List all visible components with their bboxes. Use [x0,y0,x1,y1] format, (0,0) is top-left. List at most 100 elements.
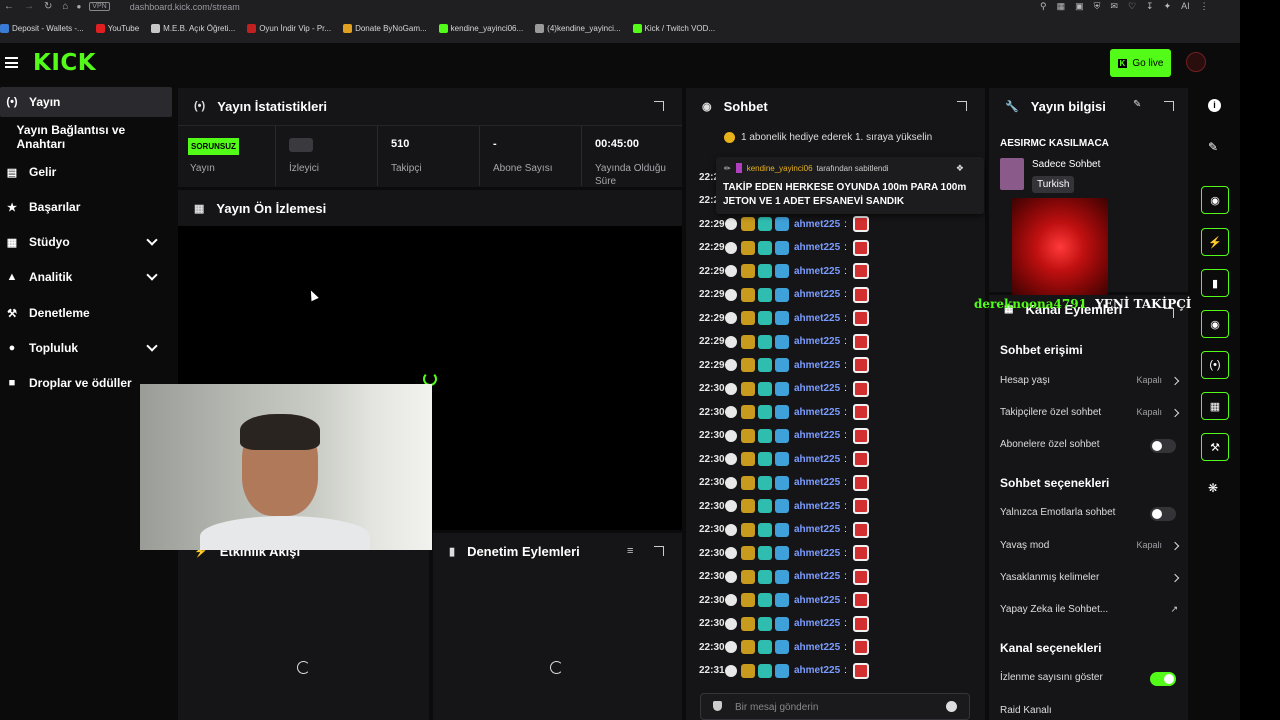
banned-words-row[interactable]: Yasaklanmış kelimeler [1000,572,1180,586]
bookmark-item[interactable]: Oyun İndir Vip - Pr... [247,23,331,33]
reload-icon[interactable]: ↻ [44,1,52,12]
wrench-widget-icon[interactable]: ⚒ [1201,433,1229,461]
hamburger-menu-icon[interactable] [5,57,18,68]
chat-message[interactable]: 22:30 ahmet225: [699,567,869,587]
chat-username[interactable]: ahmet225 [794,430,840,441]
broadcast-widget-icon[interactable]: (•) [1201,351,1229,379]
chevron-down-icon[interactable] [146,340,158,352]
chat-username[interactable]: ahmet225 [794,501,840,512]
chat-message[interactable]: 22:30 ahmet225: [699,637,869,657]
chat-username[interactable]: ahmet225 [794,383,840,394]
info-icon[interactable]: i [1208,99,1221,112]
popout-icon[interactable] [957,101,967,111]
edit-pencil-icon[interactable]: ✎ [1133,99,1141,110]
sidebar-item-4[interactable]: ▦ Stüdyo [0,227,172,257]
chat-message[interactable]: 22:30 ahmet225: [699,520,869,540]
chat-message[interactable]: 22:29 ahmet225: [699,308,869,328]
chat-username[interactable]: ahmet225 [794,336,840,347]
chat-message[interactable]: 22:30 ahmet225: [699,402,869,422]
edit-icon[interactable]: ✎ [1208,140,1218,154]
category-name[interactable]: Sadece Sohbet [1032,159,1100,170]
chat-message[interactable]: 22:30 ahmet225: [699,590,869,610]
chat-username[interactable]: ahmet225 [794,665,840,676]
chat-message[interactable]: 22:29 ahmet225: [699,285,869,305]
menu-dots-icon[interactable]: ⋮ [1200,1,1209,12]
add-widget-icon[interactable]: ❋ [1208,481,1218,495]
sub-notice[interactable]: 1 abonelik hediye ederek 1. sıraya yükse… [724,129,964,145]
sidebar-item-5[interactable]: ▲ Analitik [0,262,172,292]
emote-only-toggle[interactable] [1150,507,1176,521]
heart-icon[interactable]: ♡ [1128,1,1136,12]
sparkle-icon[interactable]: ✦ [1164,1,1172,12]
ai-button[interactable]: AI [1181,1,1190,12]
chat-message[interactable]: 22:29 ahmet225: [699,214,869,234]
chat-username[interactable]: ahmet225 [794,548,840,559]
chat-message[interactable]: 22:30 ahmet225: [699,543,869,563]
go-live-button[interactable]: K Go live [1110,49,1171,77]
filter-icon[interactable]: ≡ [627,545,633,557]
home-icon[interactable]: ⌂ [62,1,68,12]
bookmark-item[interactable]: (4)kendine_yayinci... [535,23,621,33]
chat-username[interactable]: ahmet225 [794,454,840,465]
chat-widget-icon[interactable]: ◉ [1201,310,1229,338]
chat-message[interactable]: 22:30 ahmet225: [699,614,869,634]
chat-username[interactable]: ahmet225 [794,642,840,653]
camera-widget-icon[interactable]: ◉ [1201,186,1229,214]
chat-username[interactable]: ahmet225 [794,618,840,629]
vpn-badge[interactable]: VPN [89,2,110,11]
emoji-icon[interactable] [946,701,957,712]
unpin-icon[interactable]: ❖ [956,163,964,174]
chat-input[interactable]: Bir mesaj gönderin [700,693,970,720]
sidebar-item-0[interactable]: (•) Yayın [0,87,172,117]
emote-only-row[interactable]: Yalnızca Emotlarla sohbet [1000,507,1180,521]
popout-icon[interactable] [1164,101,1174,111]
chat-username[interactable]: ahmet225 [794,595,840,606]
chat-username[interactable]: ahmet225 [794,571,840,582]
chat-message[interactable]: 22:29 ahmet225: [699,332,869,352]
popout-icon[interactable] [654,101,664,111]
chat-username[interactable]: ahmet225 [794,313,840,324]
back-icon[interactable]: ← [4,1,14,12]
chat-message[interactable]: 22:29 ahmet225: [699,261,869,281]
chat-username[interactable]: ahmet225 [794,289,840,300]
forward-icon[interactable]: → [24,1,34,12]
url-bar[interactable]: ← → ↻ ⌂ ● VPN dashboard.kick.com/stream … [0,0,1240,13]
chat-username[interactable]: ahmet225 [794,524,840,535]
chat-message[interactable]: 22:30 ahmet225: [699,496,869,516]
chat-message[interactable]: 22:31 ahmet225: [699,661,869,681]
chat-username[interactable]: ahmet225 [794,360,840,371]
chat-username[interactable]: ahmet225 [794,266,840,277]
chat-message[interactable]: 22:30 ahmet225: [699,379,869,399]
bookmark-item[interactable]: YouTube [95,23,139,33]
account-age-row[interactable]: Hesap yaşı Kapalı [1000,375,1180,389]
kick-logo[interactable]: KICK [33,50,96,76]
sidebar-item-1[interactable]: Yayın Bağlantısı ve Anahtarı [0,122,172,152]
chat-message[interactable]: 22:29 ahmet225: [699,238,869,258]
chat-username[interactable]: ahmet225 [794,407,840,418]
chat-message[interactable]: 22:29 ahmet225: [699,355,869,375]
document-widget-icon[interactable]: ▮ [1201,269,1229,297]
bookmark-item[interactable]: M.E.B. Açık Öğreti... [151,23,235,33]
chat-message[interactable]: 22:30 ahmet225: [699,473,869,493]
url-text[interactable]: dashboard.kick.com/stream [130,2,240,12]
show-viewers-row[interactable]: İzlenme sayısını göster [1000,672,1180,686]
chat-username[interactable]: ahmet225 [794,477,840,488]
subscribers-only-row[interactable]: Abonelere özel sohbet [1000,439,1180,453]
avatar[interactable] [1186,52,1206,72]
chat-username[interactable]: ahmet225 [794,219,840,230]
extension-icon[interactable]: ▦ [1057,1,1066,12]
subscribers-only-toggle[interactable] [1150,439,1176,453]
download-icon[interactable]: ↧ [1146,1,1154,12]
show-viewers-toggle[interactable] [1150,672,1176,686]
shield-icon[interactable]: ⛨ [1094,1,1101,12]
chat-username[interactable]: ahmet225 [794,242,840,253]
bookmark-item[interactable]: Deposit - Wallets -... [0,23,84,33]
bookmark-item[interactable]: kendine_yayinci06... [438,23,523,33]
language-tag[interactable]: Turkish [1032,176,1075,193]
sidebar-item-2[interactable]: ▤ Gelir [0,157,172,187]
channel-widget-icon[interactable]: ▦ [1201,392,1229,420]
followers-only-row[interactable]: Takipçilere özel sohbet Kapalı [1000,407,1180,421]
lightning-widget-icon[interactable]: ⚡ [1201,228,1229,256]
chevron-down-icon[interactable] [146,234,158,246]
chat-message[interactable]: 22:30 ahmet225: [699,449,869,469]
